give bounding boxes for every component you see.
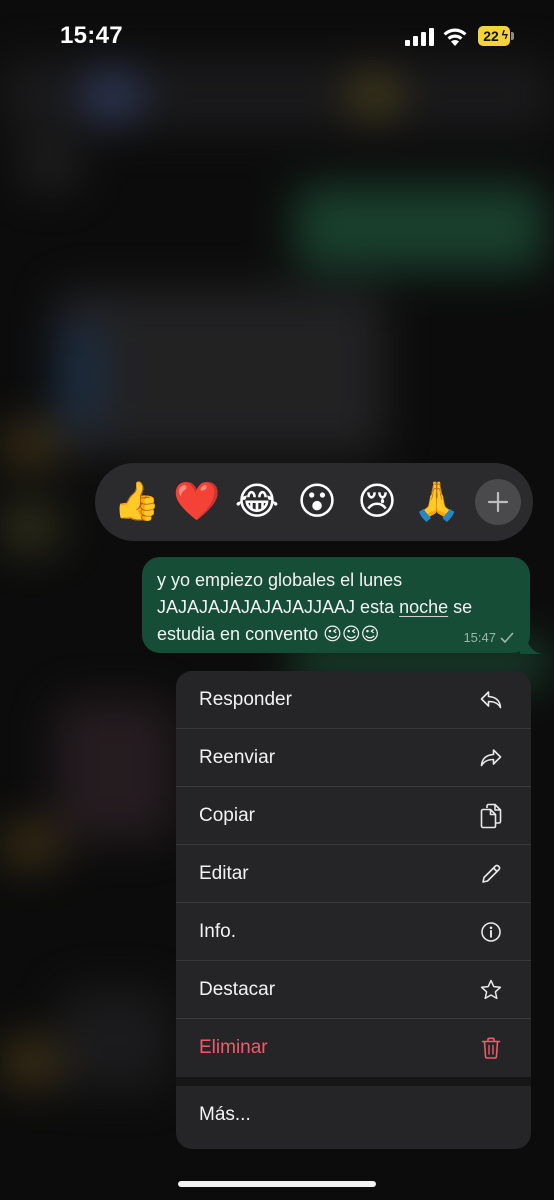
plus-icon xyxy=(487,491,509,513)
menu-item-label: Editar xyxy=(199,862,249,884)
battery-level: 22 xyxy=(483,28,499,44)
reply-icon xyxy=(479,688,503,712)
menu-item-label: Reenviar xyxy=(199,746,276,768)
reaction-heart[interactable]: ❤️ xyxy=(167,472,227,532)
menu-item-info[interactable]: Info. xyxy=(176,903,531,961)
menu-item-label: Info. xyxy=(199,920,236,942)
message-line-2: JAJAJAJAJAJAJAJJAAJ esta noche se xyxy=(157,594,516,621)
charging-bolt-icon: ϟ xyxy=(501,28,508,42)
menu-item-delete[interactable]: Eliminar xyxy=(176,1019,531,1077)
reaction-surprised[interactable]: 😮 xyxy=(287,472,347,532)
menu-item-label: Destacar xyxy=(199,978,276,1000)
trash-icon xyxy=(479,1036,503,1060)
reaction-bar: 👍 ❤️ 😂 😮 😢 🙏 xyxy=(95,463,533,541)
check-icon xyxy=(500,632,514,643)
message-line-2-start: JAJAJAJAJAJAJAJJAAJ esta xyxy=(157,597,400,617)
message-line-3: estudia en convento 😉😉😉 xyxy=(157,624,380,644)
reaction-crying[interactable]: 😢 xyxy=(347,472,407,532)
reaction-praying-hands[interactable]: 🙏 xyxy=(407,472,467,532)
message-line-2-end: se xyxy=(448,597,473,617)
status-bar: 15:47 22 ϟ xyxy=(0,0,554,74)
add-reaction-button[interactable] xyxy=(475,479,521,525)
copy-icon xyxy=(479,803,503,828)
battery-cap xyxy=(511,32,514,40)
menu-item-label: Responder xyxy=(199,688,292,710)
wifi-icon xyxy=(443,28,467,46)
forward-icon xyxy=(479,746,503,770)
menu-item-reply[interactable]: Responder xyxy=(176,671,531,729)
battery-indicator: 22 ϟ xyxy=(478,26,510,46)
menu-item-label: Más... xyxy=(199,1104,251,1125)
menu-item-star[interactable]: Destacar xyxy=(176,961,531,1019)
bubble-tail xyxy=(520,632,542,654)
message-bubble[interactable]: y yo empiezo globales el lunes JAJAJAJAJ… xyxy=(142,557,530,653)
menu-item-copy[interactable]: Copiar xyxy=(176,787,531,845)
info-icon xyxy=(479,920,503,944)
star-icon xyxy=(479,978,503,1002)
home-indicator[interactable] xyxy=(178,1181,376,1187)
menu-item-forward[interactable]: Reenviar xyxy=(176,729,531,787)
menu-item-edit[interactable]: Editar xyxy=(176,845,531,903)
reaction-thumbs-up[interactable]: 👍 xyxy=(107,472,167,532)
chat-screen: 15:47 22 ϟ 👍 ❤️ 😂 😮 😢 🙏 y yo empiezo glo… xyxy=(0,0,554,1200)
reaction-tears-of-joy[interactable]: 😂 xyxy=(227,472,287,532)
message-meta: 15:47 xyxy=(463,630,514,645)
pencil-icon xyxy=(479,862,503,886)
menu-item-label: Copiar xyxy=(199,804,255,826)
menu-item-more[interactable]: Más... xyxy=(176,1086,531,1144)
menu-separator xyxy=(176,1077,531,1086)
menu-item-label: Eliminar xyxy=(199,1037,268,1058)
status-time: 15:47 xyxy=(60,22,123,49)
message-time: 15:47 xyxy=(463,630,496,645)
message-link-noche[interactable]: noche xyxy=(399,597,448,617)
message-context-menu: Responder Reenviar Copiar Editar Info. D… xyxy=(176,671,531,1149)
cellular-signal-icon xyxy=(405,28,434,46)
message-line-1: y yo empiezo globales el lunes xyxy=(157,570,403,590)
